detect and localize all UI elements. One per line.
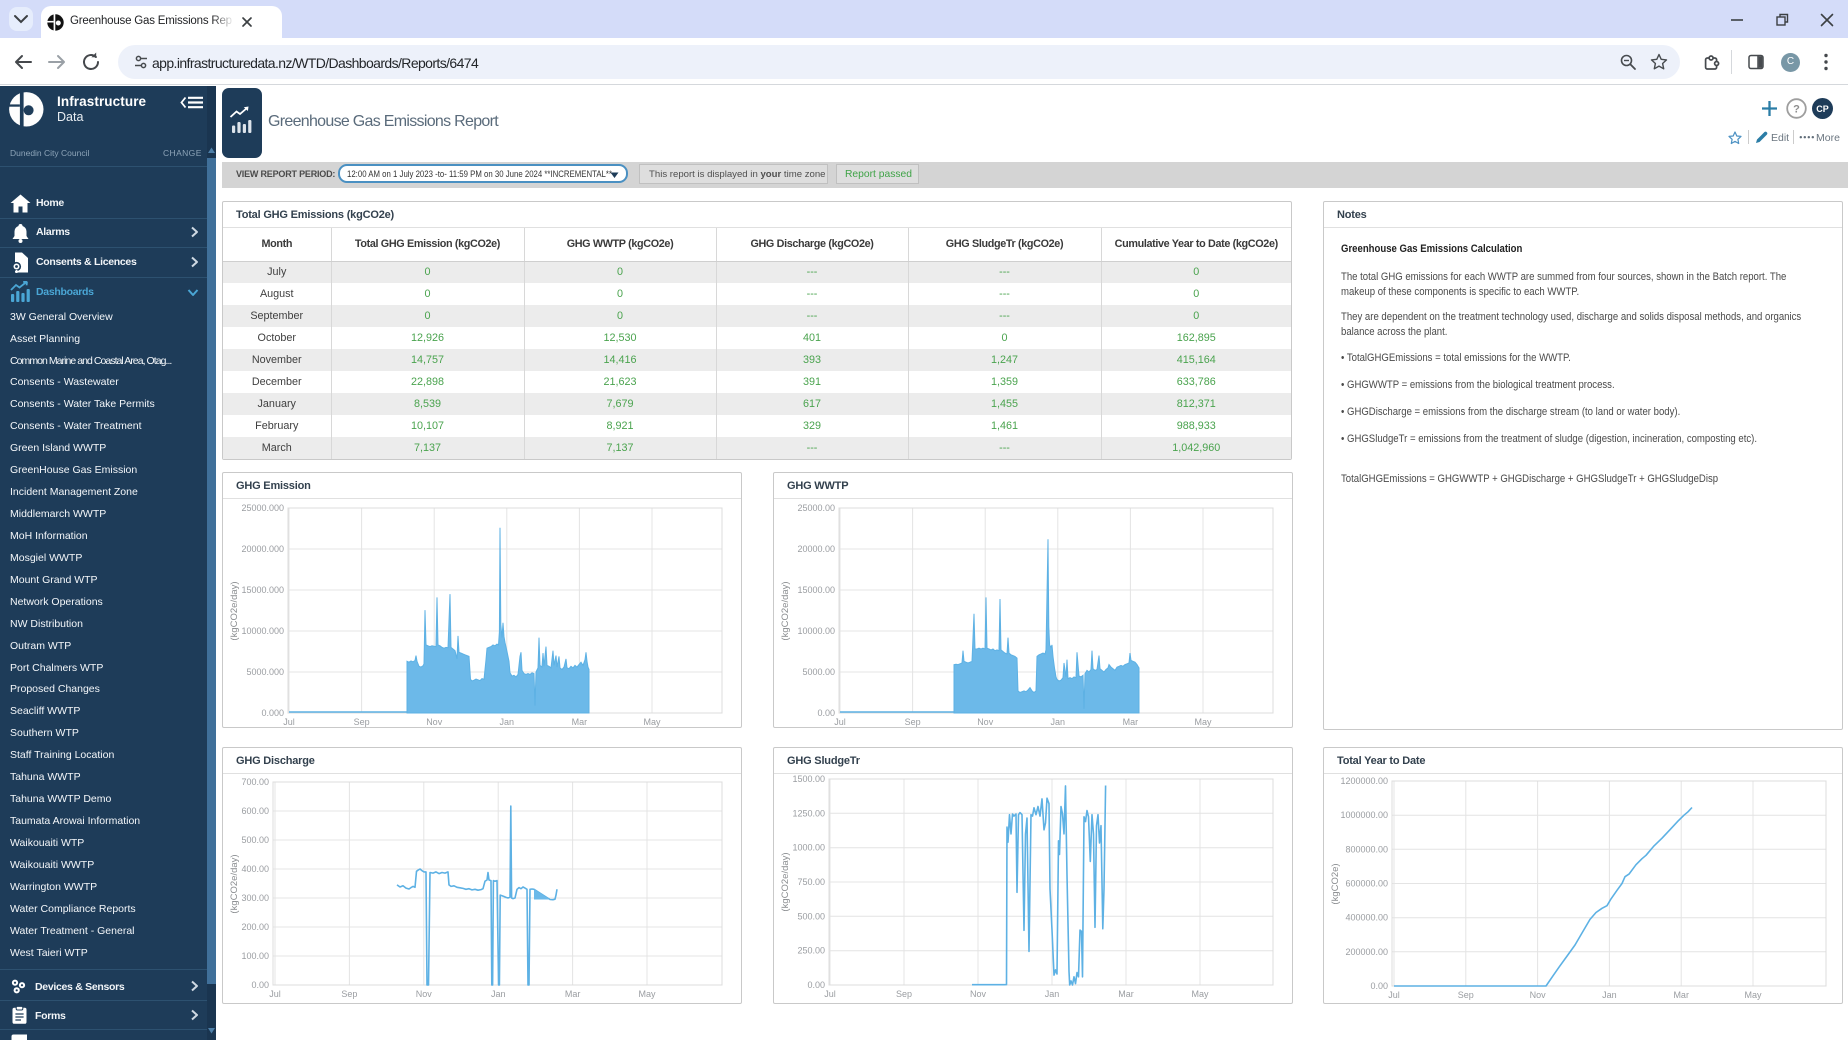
svg-text:(kgCO2e/day): (kgCO2e/day) — [229, 854, 240, 913]
svg-text:Nov: Nov — [426, 717, 443, 727]
svg-text:Mar: Mar — [1673, 990, 1689, 1000]
svg-text:?: ? — [1793, 104, 1800, 116]
svg-text:20000.000: 20000.000 — [241, 544, 284, 554]
svg-text:Sep: Sep — [354, 717, 370, 727]
svg-text:750.00: 750.00 — [797, 877, 825, 887]
svg-text:Jul: Jul — [1388, 990, 1400, 1000]
svg-text:600000.00: 600000.00 — [1345, 879, 1388, 889]
svg-text:Nov: Nov — [977, 717, 994, 727]
svg-text:Sep: Sep — [905, 717, 921, 727]
svg-text:Jan: Jan — [1602, 990, 1617, 1000]
svg-text:Nov: Nov — [970, 989, 987, 999]
svg-text:Jul: Jul — [269, 989, 281, 999]
svg-text:Mar: Mar — [572, 717, 588, 727]
svg-text:Sep: Sep — [896, 989, 912, 999]
svg-text:400.00: 400.00 — [241, 864, 269, 874]
svg-text:May: May — [638, 989, 656, 999]
svg-text:10000.000: 10000.000 — [241, 626, 284, 636]
svg-text:Jan: Jan — [1045, 989, 1060, 999]
svg-text:600.00: 600.00 — [241, 806, 269, 816]
svg-text:700.00: 700.00 — [241, 777, 269, 787]
svg-text:300.00: 300.00 — [241, 893, 269, 903]
svg-text:800000.00: 800000.00 — [1345, 844, 1388, 854]
svg-text:20000.00: 20000.00 — [797, 544, 835, 554]
svg-text:25000.000: 25000.000 — [241, 503, 284, 513]
svg-text:250.00: 250.00 — [797, 946, 825, 956]
svg-text:0.00: 0.00 — [251, 980, 269, 990]
svg-text:Jul: Jul — [834, 717, 846, 727]
svg-text:5000.000: 5000.000 — [246, 667, 284, 677]
svg-text:200.00: 200.00 — [241, 922, 269, 932]
svg-text:1250.00: 1250.00 — [792, 808, 825, 818]
svg-text:25000.00: 25000.00 — [797, 503, 835, 513]
svg-text:May: May — [643, 717, 661, 727]
svg-text:1000.00: 1000.00 — [792, 843, 825, 853]
svg-text:Mar: Mar — [1123, 717, 1139, 727]
svg-text:(kgCO2e/day): (kgCO2e/day) — [780, 581, 791, 640]
svg-text:1500.00: 1500.00 — [792, 774, 825, 784]
svg-text:(kgCO2e/day): (kgCO2e/day) — [780, 852, 791, 911]
svg-text:(kgCO2e): (kgCO2e) — [1330, 863, 1341, 904]
svg-text:(kgCO2e/day): (kgCO2e/day) — [229, 581, 240, 640]
svg-text:10000.00: 10000.00 — [797, 626, 835, 636]
svg-text:200000.00: 200000.00 — [1345, 947, 1388, 957]
svg-text:0.00: 0.00 — [1370, 981, 1388, 991]
svg-text:0.00: 0.00 — [807, 980, 825, 990]
svg-text:15000.000: 15000.000 — [241, 585, 284, 595]
svg-text:Mar: Mar — [1118, 989, 1134, 999]
svg-text:May: May — [1191, 989, 1209, 999]
svg-text:Sep: Sep — [341, 989, 357, 999]
svg-text:Jul: Jul — [824, 989, 836, 999]
svg-text:May: May — [1744, 990, 1762, 1000]
svg-text:1200000.00: 1200000.00 — [1340, 776, 1388, 786]
svg-text:Sep: Sep — [1458, 990, 1474, 1000]
svg-text:100.00: 100.00 — [241, 951, 269, 961]
svg-text:1000000.00: 1000000.00 — [1340, 810, 1388, 820]
svg-text:Jul: Jul — [283, 717, 295, 727]
svg-text:5000.00: 5000.00 — [802, 667, 835, 677]
svg-text:500.00: 500.00 — [241, 835, 269, 845]
svg-text:Jan: Jan — [500, 717, 515, 727]
svg-text:Jan: Jan — [491, 989, 506, 999]
svg-text:400000.00: 400000.00 — [1345, 913, 1388, 923]
svg-text:Nov: Nov — [1530, 990, 1547, 1000]
svg-text:0.000: 0.000 — [261, 708, 284, 718]
svg-text:0.00: 0.00 — [817, 708, 835, 718]
svg-text:Jan: Jan — [1051, 717, 1066, 727]
svg-text:15000.00: 15000.00 — [797, 585, 835, 595]
svg-text:Mar: Mar — [565, 989, 581, 999]
svg-text:500.00: 500.00 — [797, 911, 825, 921]
svg-text:Nov: Nov — [416, 989, 433, 999]
svg-text:May: May — [1194, 717, 1212, 727]
